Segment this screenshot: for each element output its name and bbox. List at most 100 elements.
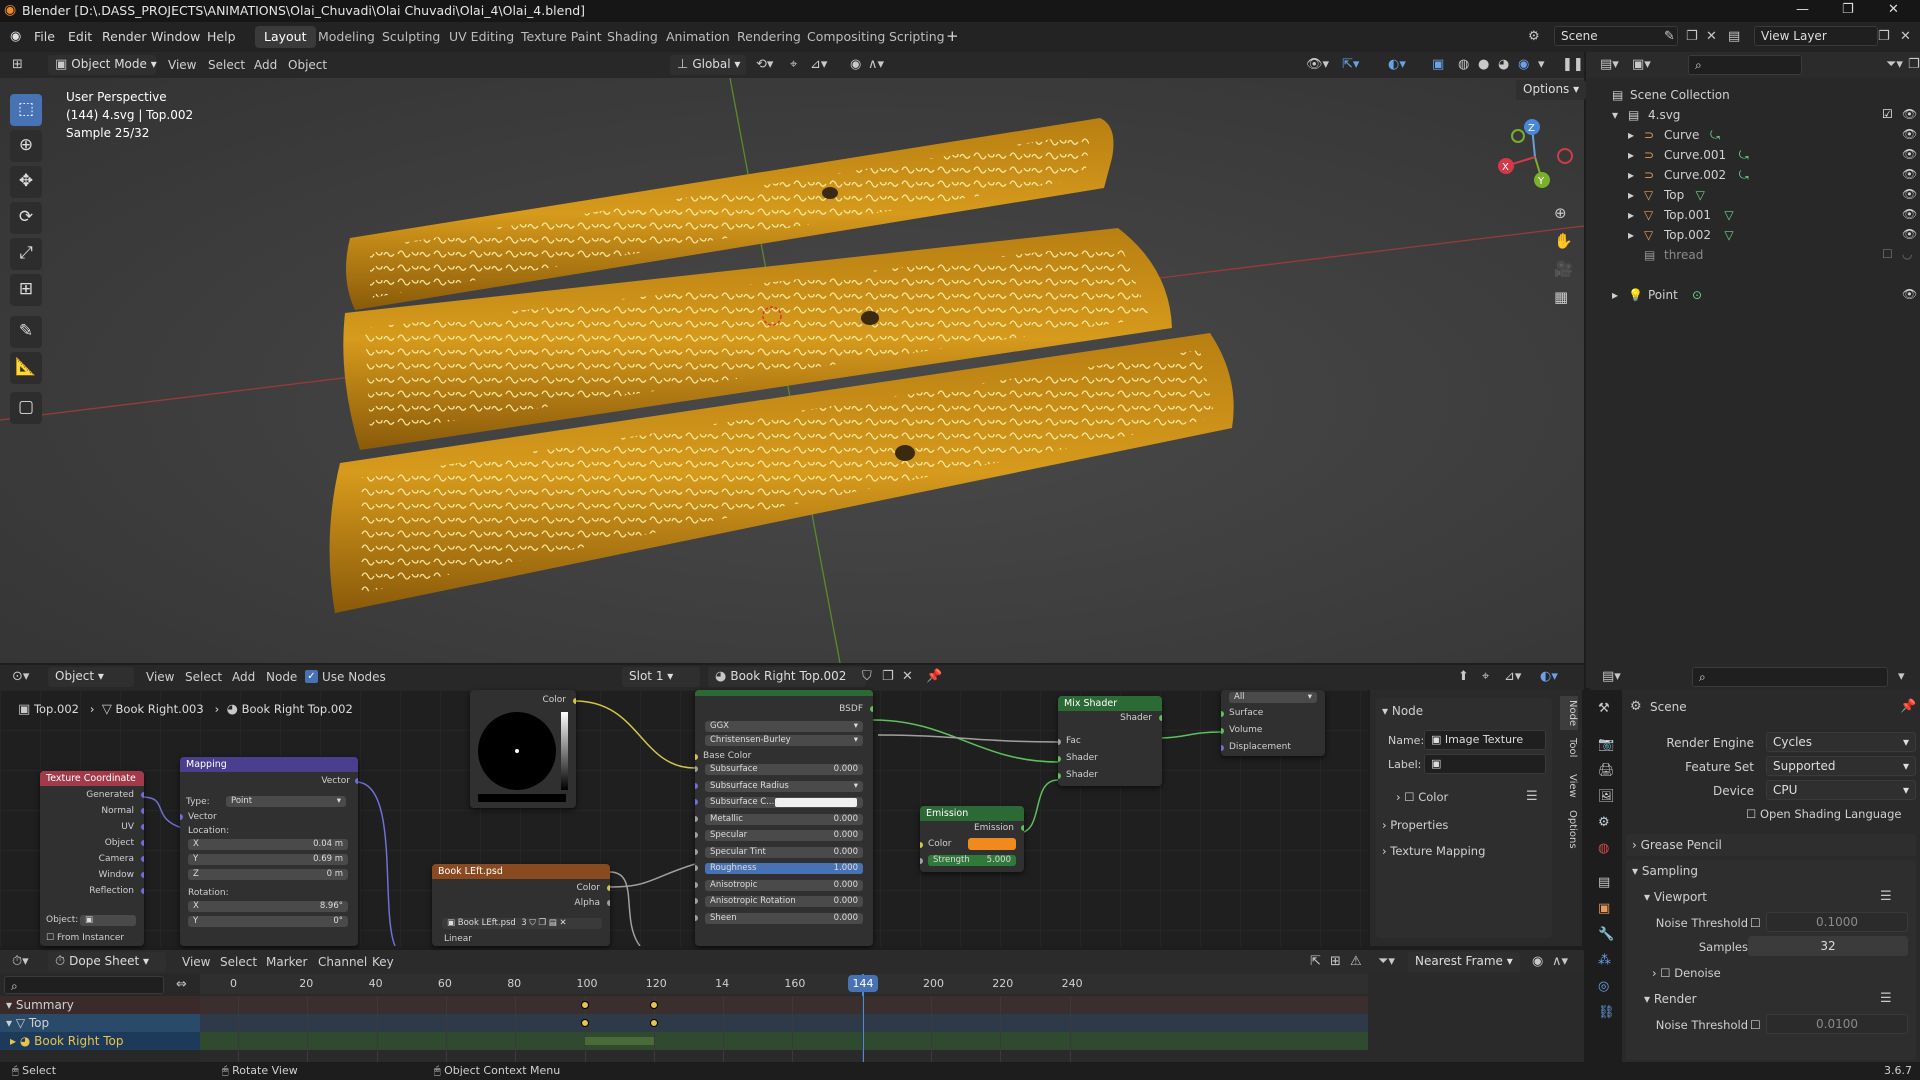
scene-tab-icon[interactable]: ⚙ (1598, 816, 1610, 829)
base-color-input-socket[interactable] (695, 754, 698, 760)
color-input-socket[interactable] (920, 842, 923, 848)
node-menu-add[interactable]: Add (232, 670, 255, 684)
bsdf-field-subsurface-c-[interactable]: Subsurface C... (705, 797, 863, 808)
maximize-icon[interactable]: ❐ (1842, 2, 1854, 17)
strength-field[interactable]: Strength 5.000 (928, 855, 1016, 866)
emission-output-socket[interactable] (1021, 825, 1024, 831)
channel-summary[interactable]: ▾ Summary (0, 996, 200, 1014)
options-button[interactable]: Options ▾ (1516, 80, 1587, 100)
view-layer-tab-icon[interactable]: 🖼 (1598, 790, 1615, 803)
gizmo-toggle-icon[interactable]: ⇱▾ (1342, 58, 1359, 71)
add-workspace-icon[interactable]: + (946, 27, 959, 45)
presets-icon[interactable]: ☰ (1880, 992, 1892, 1005)
channel-book-right-top[interactable]: ▸ ◕ Book Right Top (0, 1032, 200, 1050)
bsdf-field-specular[interactable]: Specular 0.000 (705, 830, 863, 841)
channel-top[interactable]: ▾ ▽ Top (0, 1014, 200, 1032)
timeline-area[interactable]: 02040608010012014160180200220240 144 (200, 974, 1368, 1062)
keyframe[interactable] (649, 1001, 658, 1009)
tab-node[interactable]: Node (1560, 696, 1578, 730)
bsdf-field-anisotropic-rotation[interactable]: Anisotropic Rotation 0.000 (705, 896, 863, 907)
collection-tab-icon[interactable]: ▤ (1598, 876, 1610, 889)
ds-menu-marker[interactable]: Marker (266, 955, 307, 969)
shader1-input-socket[interactable] (1058, 756, 1061, 762)
select-box-tool[interactable]: ⬚ (10, 94, 42, 126)
delete-view-layer-icon[interactable]: ✕ (1900, 30, 1911, 43)
fake-user-icon[interactable]: ⛉ (862, 670, 872, 683)
bsdf-output-socket[interactable] (870, 706, 873, 712)
rotate-tool[interactable]: ⟳ (10, 202, 42, 234)
scene-collection-row[interactable]: ▤ Scene Collection (1612, 86, 1912, 106)
workspace-tab-uv-editing[interactable]: UV Editing (440, 26, 523, 48)
object-field[interactable]: ▣ (80, 915, 136, 926)
solid-shading-icon[interactable]: ● (1478, 58, 1489, 71)
node-title[interactable]: Mapping (180, 757, 358, 772)
image-selector[interactable]: ▣ Book LEft.psd 3 ⛉ ❐ ▤ ✕ (442, 918, 602, 929)
menu-window[interactable]: Window (151, 29, 200, 44)
mode-selector[interactable]: ▣ Object Mode ▾ (48, 55, 157, 75)
viewport-menu-add[interactable]: Add (254, 58, 277, 72)
texcoord-output-socket[interactable] (141, 888, 144, 894)
location-y-field[interactable]: Y 0.69 m (188, 854, 348, 865)
ds-menu-select[interactable]: Select (220, 955, 257, 969)
menu-file[interactable]: File (34, 29, 55, 44)
overlay-icon[interactable]: ◐▾ (1540, 670, 1558, 683)
output-target-dropdown[interactable]: All ▾ (1229, 692, 1317, 703)
rotation-x-field[interactable]: X 8.96° (188, 901, 348, 912)
use-nodes-checkbox[interactable]: ✓ (305, 670, 318, 683)
grease-pencil-panel[interactable]: › Grease Pencil (1626, 834, 1916, 856)
viewport-menu-view[interactable]: View (168, 58, 196, 72)
shader-type-selector[interactable]: Object ▾ (48, 667, 134, 687)
workspace-tab-scripting[interactable]: Scripting (880, 26, 954, 48)
principled-bsdf-node[interactable]: BSDF GGX ▾ Christensen-Burley ▾ Base Color… (695, 690, 873, 946)
sampling-header[interactable]: ▾ Sampling (1632, 864, 1698, 878)
close-icon[interactable]: ✕ (1888, 2, 1899, 17)
outliner-search[interactable]: ⌕ (1688, 55, 1802, 75)
node-title[interactable]: Mix Shader (1058, 696, 1162, 711)
filter-icon[interactable]: ⏷▾ (1886, 58, 1903, 71)
outliner-item-point[interactable]: ▸ 💡 Point ⊙ 👁 ◙ (1612, 286, 1917, 306)
menu-help[interactable]: Help (207, 29, 236, 44)
bsdf-field-metallic[interactable]: Metallic 0.000 (705, 813, 863, 825)
tab-view[interactable]: View (1560, 770, 1578, 802)
minimize-icon[interactable]: — (1796, 2, 1809, 17)
bsdf-field-roughness[interactable]: Roughness 1.000 (705, 863, 863, 874)
node-title[interactable]: Book LEft.psd (432, 864, 610, 879)
eye-icon[interactable]: 👁 (1902, 187, 1917, 201)
falloff-icon[interactable]: ∧▾ (1552, 955, 1568, 968)
render-tab-icon[interactable]: 📷 (1598, 738, 1614, 751)
modifier-tab-icon[interactable]: 🔧 (1598, 928, 1614, 941)
emission-color-swatch[interactable] (968, 838, 1016, 850)
strength-input-socket[interactable] (920, 858, 923, 864)
texcoord-output-socket[interactable] (141, 872, 144, 878)
texcoord-output-socket[interactable] (141, 840, 144, 846)
proportional-icon[interactable]: ◉ (1532, 955, 1543, 968)
device-dropdown[interactable]: CPU ▾ (1766, 780, 1916, 800)
collection-row-4svg[interactable]: ▾ ▤ 4.svg ☑ 👁 ◙ (1612, 106, 1917, 126)
editor-type-icon[interactable]: ⊞ (12, 58, 23, 71)
node-menu-node[interactable]: Node (266, 670, 297, 684)
swap-icon[interactable]: ⇔ (176, 978, 187, 991)
shader2-input-socket[interactable] (1058, 773, 1061, 779)
texture-coordinate-node[interactable]: Texture Coordinate Object: ▣ ☐ From Inst… (40, 771, 144, 946)
texcoord-output-socket[interactable] (141, 856, 144, 862)
cursor-tool[interactable]: ⊕ (10, 130, 42, 162)
channel-search[interactable]: ⌕ (4, 976, 164, 994)
vector-input-socket[interactable] (180, 814, 183, 820)
wireframe-shading-icon[interactable]: ◍ (1458, 58, 1469, 71)
bsdf-input-socket[interactable] (695, 881, 698, 888)
outliner-item[interactable]: ▸⊃Curve.002⤿👁◙ (1612, 166, 1917, 186)
location-x-field[interactable]: X 0.04 m (188, 839, 348, 850)
node-title[interactable]: Texture Coordinate (40, 771, 144, 786)
alpha-output-socket[interactable] (607, 900, 610, 906)
orientation-selector[interactable]: ⊥ Global ▾ (670, 55, 746, 75)
snap-icon[interactable]: ⌖ (790, 58, 797, 71)
eye-icon[interactable]: 👁 (1902, 167, 1917, 181)
workspace-tab-animation[interactable]: Animation (657, 26, 739, 48)
shader-output-socket[interactable] (1159, 715, 1162, 721)
material-output-node[interactable]: All ▾ Surface Volume Displacement (1221, 690, 1325, 756)
eye-icon[interactable]: 👁 (1902, 127, 1917, 141)
expand-arrow-icon[interactable]: ▸ (1628, 228, 1634, 242)
unlink-material-icon[interactable]: ✕ (902, 670, 913, 683)
expand-arrow-icon[interactable]: ▸ (1628, 168, 1634, 182)
mapping-node[interactable]: Mapping Vector Type: Point ▾ Vector Locat… (180, 757, 358, 946)
